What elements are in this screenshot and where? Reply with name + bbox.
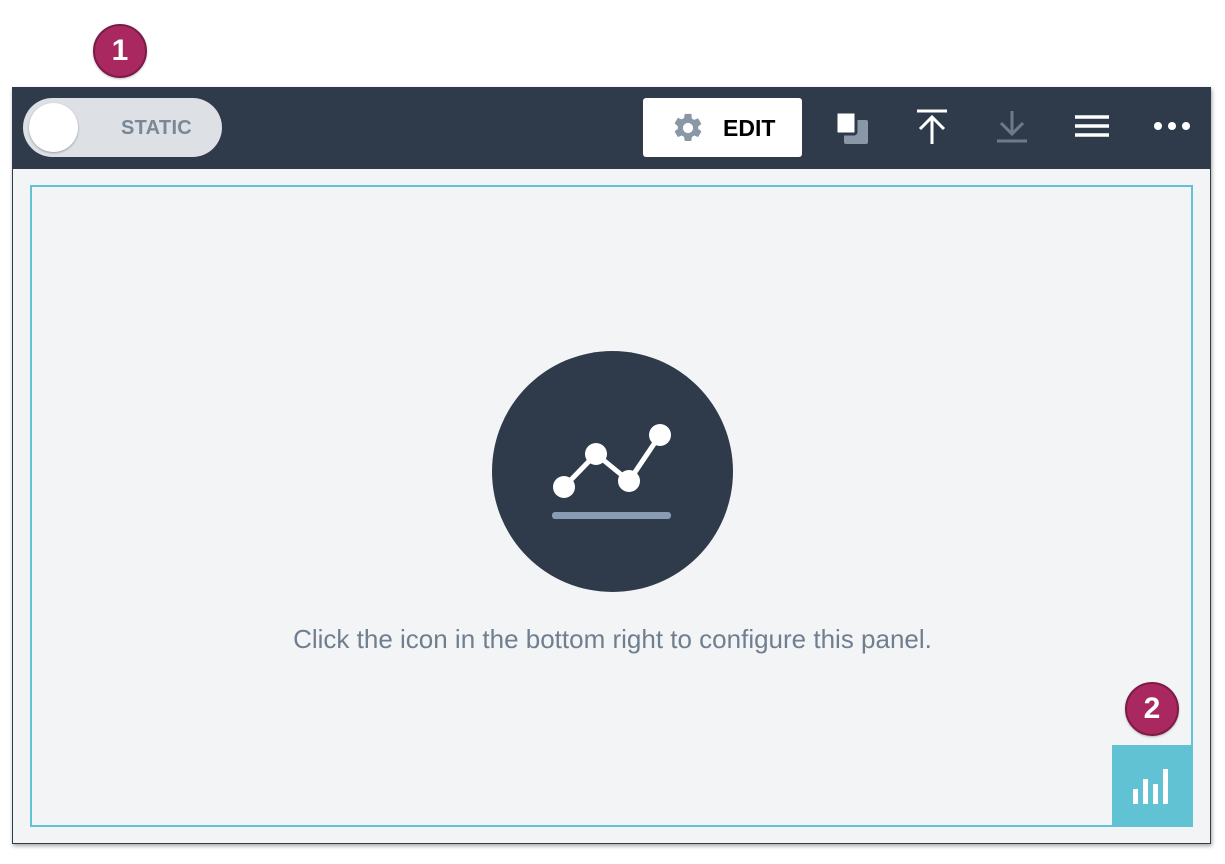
configure-panel-button[interactable] bbox=[1112, 745, 1193, 827]
toggle-label: STATIC bbox=[121, 117, 193, 139]
more-icon[interactable] bbox=[1152, 108, 1192, 148]
bar-chart-icon bbox=[1133, 769, 1168, 804]
edit-label: EDIT bbox=[723, 115, 776, 141]
annotation-badge-1: 1 bbox=[93, 24, 147, 78]
upload-icon[interactable] bbox=[912, 108, 952, 148]
duplicate-icon[interactable] bbox=[832, 108, 872, 148]
annotation-badge-2: 2 bbox=[1125, 682, 1179, 736]
edit-button[interactable]: EDIT bbox=[643, 98, 802, 157]
toggle-knob[interactable] bbox=[29, 103, 78, 152]
panel-window: STATIC EDIT Click the icon in the bottom… bbox=[12, 87, 1211, 844]
static-toggle[interactable]: STATIC bbox=[23, 98, 222, 157]
gear-icon bbox=[674, 113, 702, 142]
panel-message: Click the icon in the bottom right to co… bbox=[293, 624, 932, 654]
toolbar: STATIC EDIT bbox=[13, 88, 1210, 169]
line-chart-icon bbox=[492, 351, 733, 592]
menu-icon[interactable] bbox=[1072, 108, 1112, 148]
download-icon[interactable] bbox=[992, 108, 1032, 148]
